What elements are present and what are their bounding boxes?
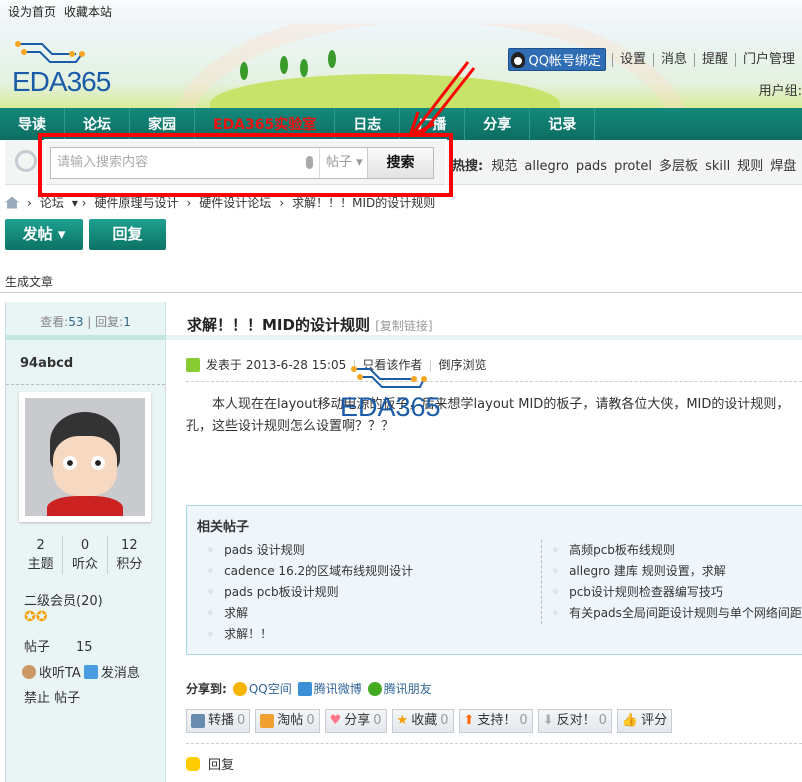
hot-search-link[interactable]: 多层板 (659, 159, 698, 174)
page-title: 求解！！！MID的设计规则 [复制链接] (187, 316, 433, 334)
tree-decoration (328, 50, 336, 68)
send-message-link[interactable]: 发消息 (101, 662, 140, 681)
related-link[interactable]: pads 设计规则 (207, 540, 413, 561)
portal-admin-link[interactable]: 门户管理 (734, 52, 802, 67)
arrow-up-icon: ⬆ (463, 713, 475, 728)
hot-search-link[interactable]: protel (614, 159, 652, 174)
clover-icon (367, 681, 382, 696)
home-icon[interactable] (5, 196, 19, 209)
collect-thread-button[interactable]: 淘帖 0 (255, 709, 320, 733)
avatar[interactable] (19, 392, 151, 522)
related-link[interactable]: pcb设计规则检查器编写技巧 (552, 582, 802, 603)
breadcrumb-hw-forum[interactable]: 硬件设计论坛 (199, 194, 271, 211)
related-link[interactable]: 求解 (207, 603, 413, 624)
related-link[interactable]: pads pcb板设计规则 (207, 582, 413, 603)
generate-article-link[interactable]: 生成文章 (5, 273, 53, 290)
nav-records[interactable]: 记录 (530, 108, 596, 140)
favorite-button[interactable]: ★ 收藏 0 (391, 709, 454, 733)
post-actions: 转播 0 淘帖 0 ♥ 分享 0 ★ 收藏 0 ⬆ 支持！ 0 ⬇ 反对！ 0 👍 评分 (186, 709, 673, 733)
hot-searches: 热搜: 规范allegropadsprotel多层板skill规则焊盘gerb (452, 159, 797, 174)
repost-icon (191, 714, 205, 728)
hot-search-link[interactable]: 规则 (737, 159, 763, 174)
user-group: 用户组: (758, 84, 802, 99)
author-stats: 2 主题 0 听众 12 积分 (19, 536, 151, 574)
tree-decoration (280, 56, 288, 74)
breadcrumb-thread[interactable]: 求解！！！MID的设计规则 (292, 194, 435, 211)
reply-link[interactable]: 回复 (186, 754, 234, 773)
reminders-link[interactable]: 提醒 (693, 52, 735, 67)
weibo-icon (297, 681, 312, 696)
annotation-arrow-icon (408, 61, 476, 138)
post-body: 本人现在在layout移动电源的板子，后来想学layout MID的板子，请教各… (186, 397, 790, 434)
search-icon (15, 150, 37, 172)
divider (0, 292, 802, 293)
related-link[interactable]: 高频pcb板布线规则 (552, 540, 802, 561)
tree-decoration (240, 62, 248, 80)
highlight-box (38, 133, 453, 197)
related-link[interactable]: 有关pads全局间距设计规则与单个网络间距 (552, 603, 802, 624)
bookmark-link[interactable]: 收藏本站 (64, 5, 112, 19)
heart-icon: ♥ (329, 713, 342, 728)
breadcrumb-forum[interactable]: 论坛 (40, 194, 64, 211)
share-button[interactable]: ♥ 分享 0 (324, 709, 387, 733)
envelope-icon (83, 664, 98, 679)
copy-link[interactable]: [复制链接] (375, 319, 432, 333)
reply-button[interactable]: 回复 (89, 219, 166, 250)
related-posts: 相关帖子 pads 设计规则cadence 16.2的区域布线规则设计pads … (186, 505, 802, 655)
speech-bubble-icon (186, 756, 200, 771)
share-bar: 分享到: QQ空间 腾讯微博 腾讯朋友 (186, 680, 432, 697)
share-friends[interactable]: 腾讯朋友 (367, 680, 432, 697)
site-logo[interactable]: EDA365 (12, 40, 112, 97)
thread-stats: 查看:53 | 回复:1 (5, 302, 166, 340)
star-icon: ★ (396, 713, 409, 728)
messages-link[interactable]: 消息 (652, 52, 694, 67)
user-links: QQ帐号绑定 设置 消息 提醒 门户管理 (508, 48, 802, 71)
thumbs-up-icon: 👍 (621, 713, 639, 728)
settings-link[interactable]: 设置 (611, 52, 653, 67)
hot-search-link[interactable]: skill (705, 159, 730, 174)
user-icon (186, 357, 200, 372)
set-home-link[interactable]: 设为首页 (8, 5, 56, 19)
author-actions: 收听TA 发消息 (22, 662, 140, 681)
divider (186, 381, 802, 382)
hot-search-link[interactable]: allegro (524, 159, 568, 174)
qq-bind-button[interactable]: QQ帐号绑定 (508, 48, 606, 71)
author-name[interactable]: 94abcd (20, 356, 73, 371)
watermark: EDA365 (340, 365, 450, 423)
qzone-icon (232, 681, 247, 696)
qq-penguin-icon (511, 51, 526, 68)
circuit-watermark-icon (351, 366, 427, 388)
repost-button[interactable]: 转播 0 (186, 709, 251, 733)
tree-decoration (300, 59, 308, 77)
ban-link[interactable]: 禁止 帖子 (24, 687, 80, 706)
hot-search-link[interactable]: 规范 (491, 159, 517, 174)
breadcrumb-hardware[interactable]: 硬件原理与设计 (94, 194, 178, 211)
related-link[interactable]: allegro 建库 规则设置，求解 (552, 561, 802, 582)
stat-points[interactable]: 12 积分 (108, 536, 151, 574)
support-button[interactable]: ⬆ 支持！ 0 (458, 709, 533, 733)
share-weibo[interactable]: 腾讯微博 (297, 680, 362, 697)
related-link[interactable]: 求解！！ (207, 624, 413, 645)
tray-icon (260, 714, 275, 728)
stat-listeners[interactable]: 0 听众 (63, 536, 108, 574)
rate-button[interactable]: 👍 评分 (616, 709, 673, 733)
follow-icon (22, 664, 36, 679)
oppose-button[interactable]: ⬇ 反对！ 0 (537, 709, 612, 733)
author-rank: 二级会员(20) ✪✪ (24, 594, 103, 625)
new-post-button[interactable]: 发帖 ▾ (5, 219, 83, 250)
hot-search-link[interactable]: pads (576, 159, 607, 174)
divider (6, 384, 165, 385)
arrow-down-icon: ⬇ (542, 713, 554, 728)
top-bar: 设为首页 收藏本站 (0, 0, 802, 24)
share-qzone[interactable]: QQ空间 (232, 680, 292, 697)
star-icon: ✪✪ (24, 609, 48, 625)
author-posts: 帖子 15 (24, 640, 93, 655)
hot-search-link[interactable]: 焊盘 (770, 159, 796, 174)
follow-link[interactable]: 收听TA (39, 662, 81, 681)
stat-topics[interactable]: 2 主题 (19, 536, 64, 574)
breadcrumb: › 论坛 ▾ › 硬件原理与设计 › 硬件设计论坛 › 求解！！！MID的设计规则 (5, 194, 435, 211)
related-link[interactable]: cadence 16.2的区域布线规则设计 (207, 561, 413, 582)
divider (186, 743, 802, 744)
